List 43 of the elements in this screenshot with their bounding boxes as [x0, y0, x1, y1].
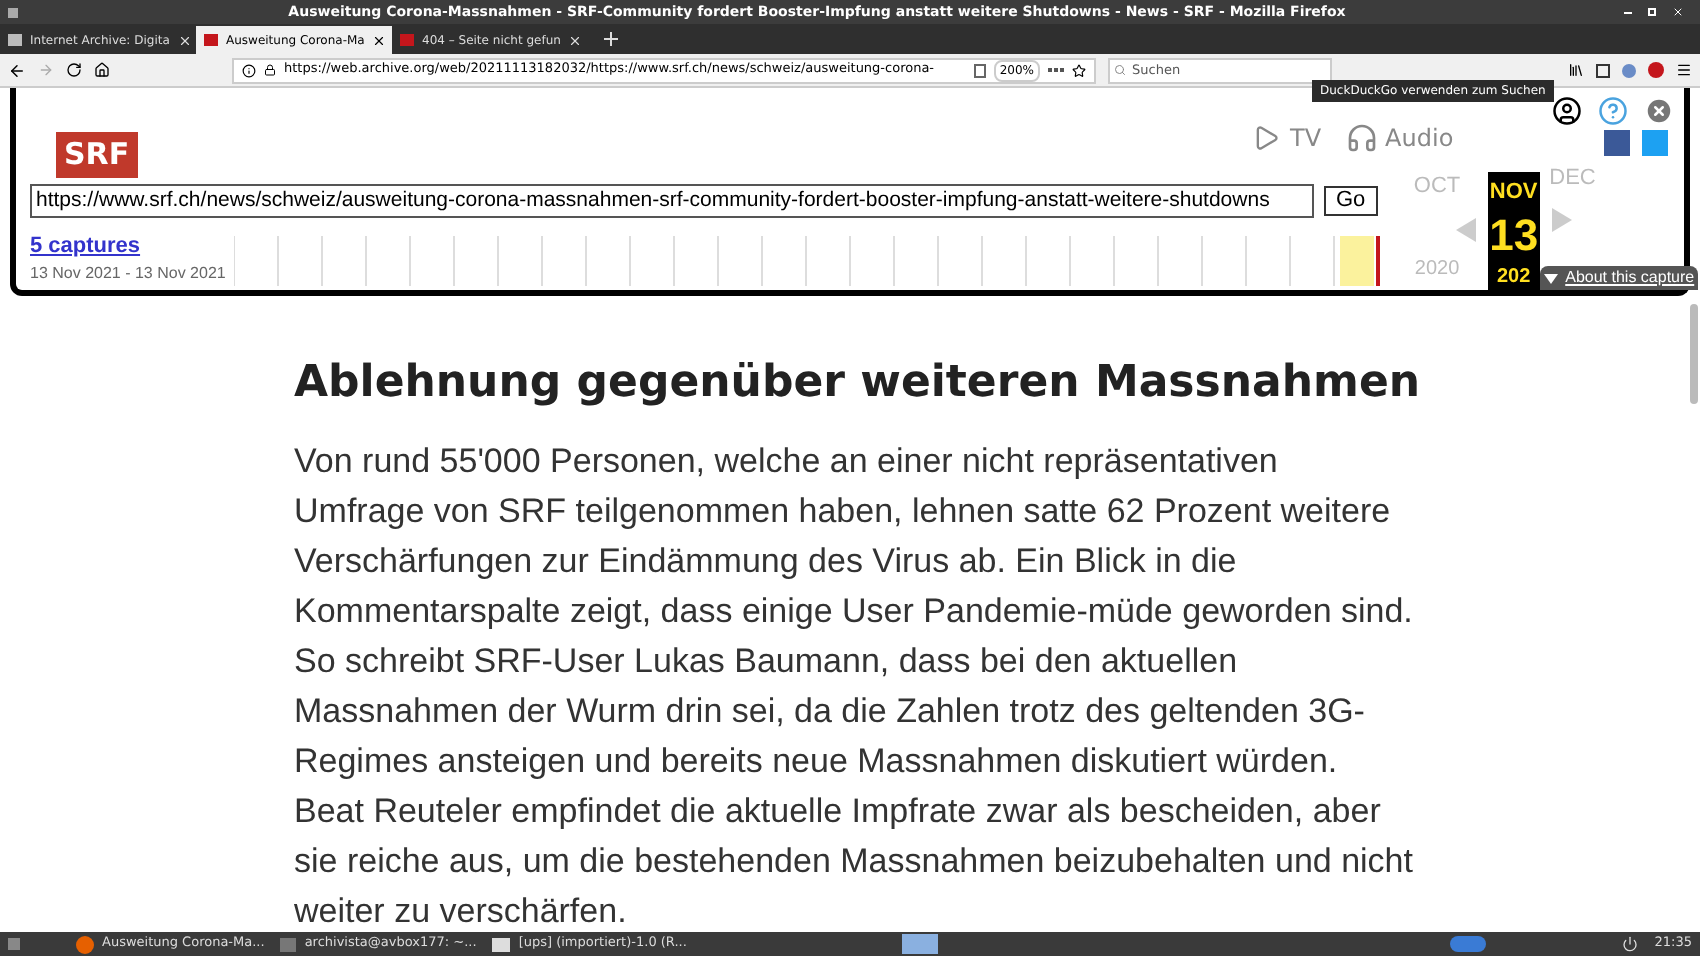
home-icon[interactable] — [94, 62, 110, 78]
power-icon[interactable] — [1622, 936, 1639, 952]
headphones-icon — [1345, 122, 1378, 154]
year-label[interactable]: 202 — [1497, 262, 1531, 292]
favicon-icon — [204, 34, 218, 46]
captures-link[interactable]: 5 captures — [30, 229, 234, 262]
about-capture-button[interactable]: About this capture — [1539, 266, 1699, 290]
wayback-url-field[interactable]: https://www.srf.ch/news/schweiz/ausweitung-corona-massnahmen-srf-community-fordert-booster-impfung-anstatt-weitere-shutdowns — [30, 183, 1314, 217]
article-paragraph: Von rund 55'000 Personen, welche an einer nicht repräsentativen Umfrage von SRF teilgenommen haben, lehnen satte 62 Prozent weitere Verschärfungen zur Eindämmung des Virus ab. Ein Blick in die Kommentarspalte zeigt, dass einige User Pandemie-müde geworden sind. So schreibt SRF-User Lukas Baumann, dass bei den aktuellen Massnahmen der Wurm drin sei, da die Zahlen trotz des geltenden 3G-Regimes ansteigen und bereits neue Massnahmen diskutiert würden. Beat Reuteler empfindet die aktuelle Impfrate zwar als bescheiden, aber sie reiche aus, um die bestehenden Massnahmen beizubehalten und nicht weiter zu verschärfen. — [294, 440, 1414, 934]
menu-icon[interactable] — [1676, 62, 1692, 78]
network-icon — [1450, 936, 1487, 952]
close-tab-icon[interactable] — [372, 33, 387, 47]
folder-icon — [492, 937, 511, 951]
sidebar-icon[interactable] — [1596, 63, 1610, 77]
wayback-url-text: https://www.srf.ch/news/schweiz/ausweitung-corona-massnahmen-srf-community-fordert-booster-impfung-anstatt-weitere-shutdowns — [36, 189, 1270, 211]
window-menu-icon[interactable] — [8, 7, 18, 17]
back-icon[interactable] — [8, 61, 26, 79]
browser-icon — [76, 935, 94, 953]
month-label[interactable]: NOV — [1489, 176, 1538, 209]
search-icon — [1114, 64, 1126, 76]
bookmark-star-icon[interactable] — [1072, 63, 1086, 77]
user-icon[interactable] — [1551, 96, 1582, 126]
lock-icon — [264, 64, 276, 76]
article-heading: Ablehnung gegenüber weiteren Massnahmen — [294, 356, 1414, 412]
info-icon — [242, 63, 256, 77]
favicon-icon — [400, 34, 414, 46]
close-icon[interactable] — [1672, 6, 1684, 18]
favicon-icon — [8, 34, 22, 46]
terminal-icon — [280, 937, 297, 951]
site-logo: SRF — [56, 132, 138, 177]
twitter-icon[interactable] — [1641, 130, 1668, 156]
reload-icon[interactable] — [66, 62, 82, 78]
scrollbar — [1690, 304, 1698, 404]
reader-icon[interactable] — [973, 63, 986, 77]
day-number: 13 — [1489, 213, 1539, 258]
go-button[interactable]: Go — [1324, 185, 1378, 215]
caret-icon — [1543, 273, 1558, 283]
facebook-icon[interactable] — [1603, 130, 1630, 156]
capture-range: 13 Nov 2021 - 13 Nov 2021 — [30, 262, 228, 286]
minimize-icon[interactable] — [1624, 11, 1632, 13]
maximize-icon[interactable] — [1648, 8, 1656, 16]
library-icon[interactable] — [1568, 62, 1584, 78]
workspace-icon[interactable] — [902, 934, 939, 954]
